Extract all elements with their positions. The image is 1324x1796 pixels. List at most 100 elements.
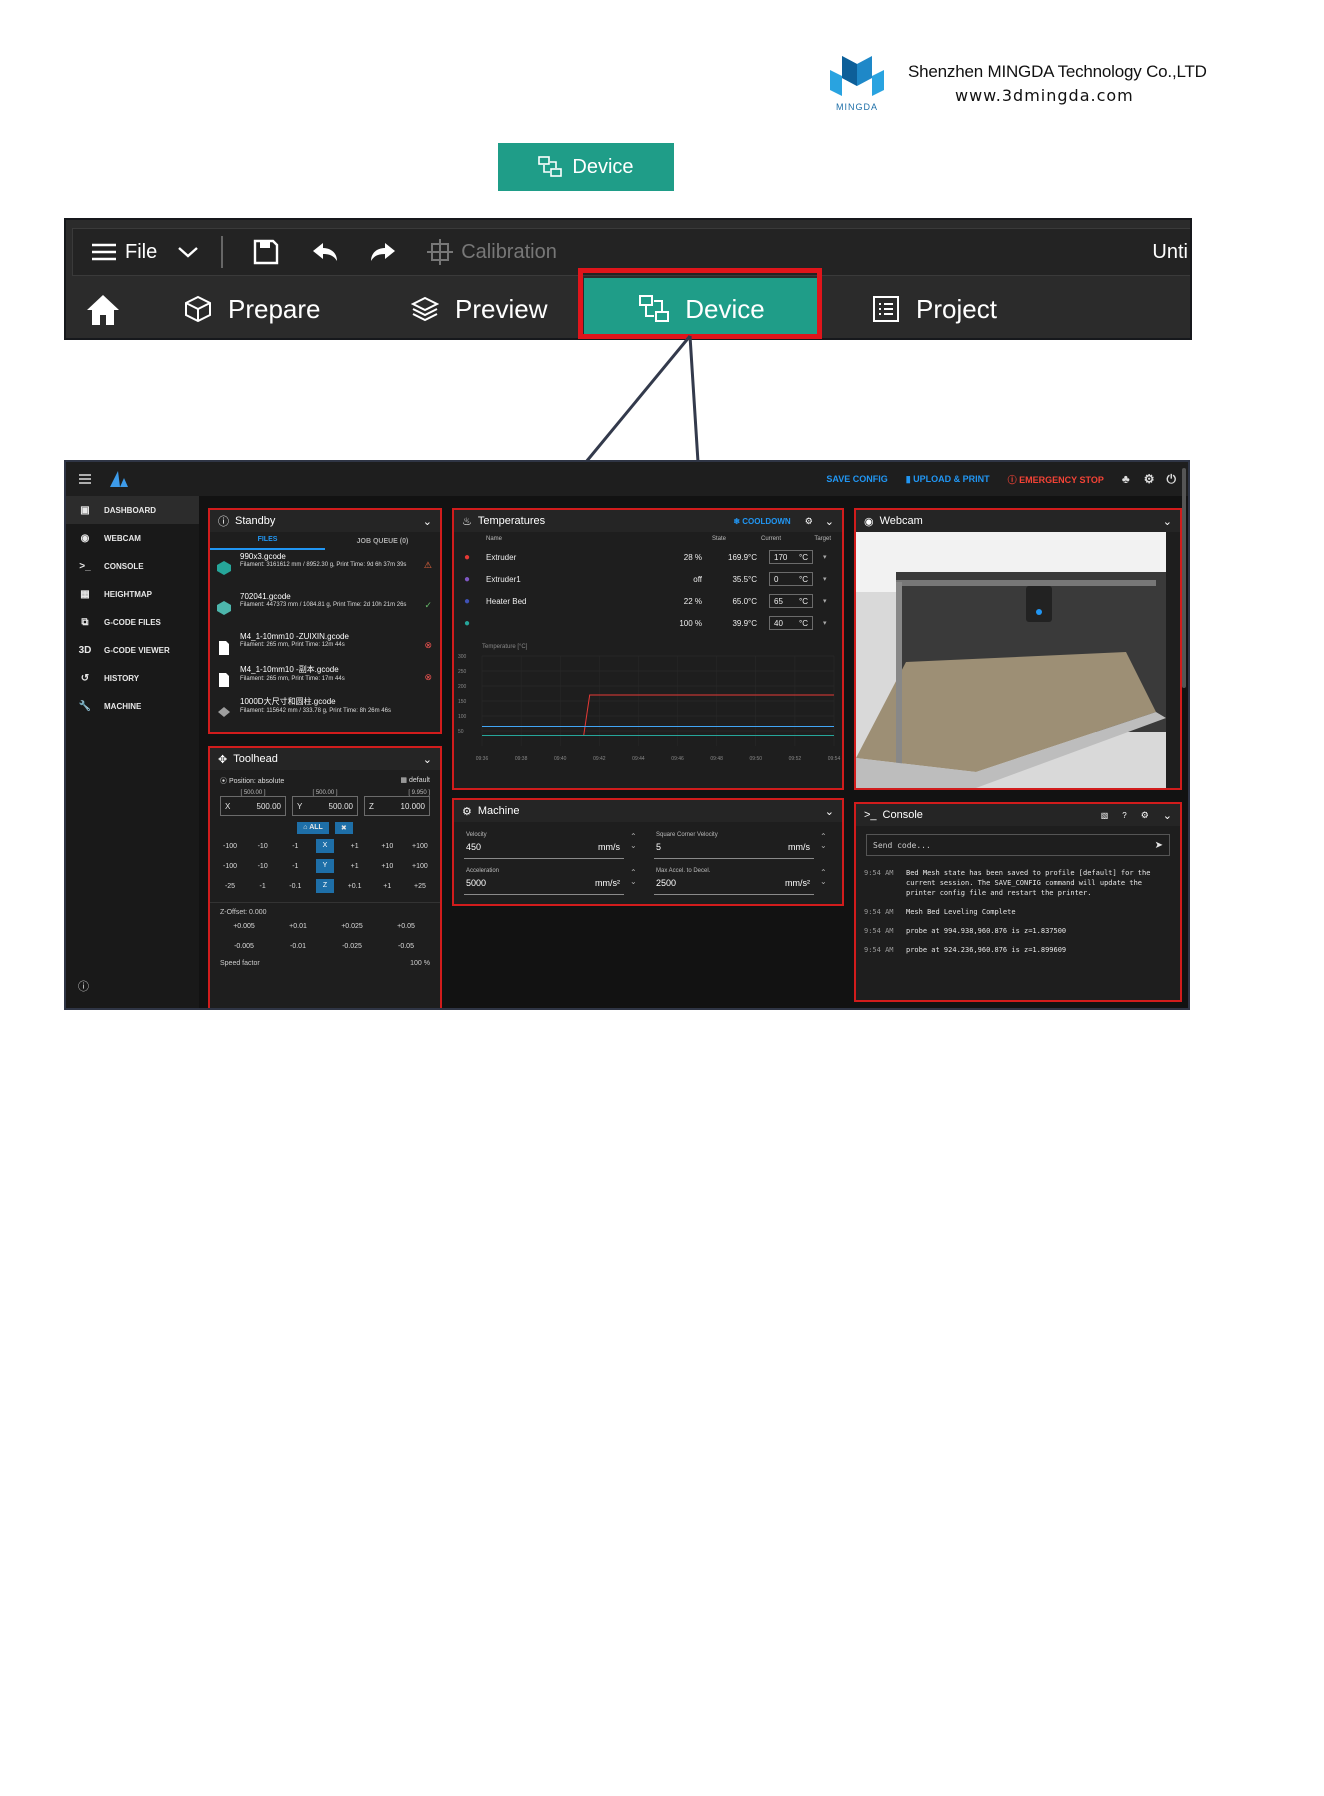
position-mode[interactable]: ⦿ Position: absolute [220, 776, 284, 786]
scrollbar[interactable] [1182, 468, 1186, 688]
jog-button[interactable]: -10 [251, 863, 275, 870]
save-config-button[interactable]: SAVE CONFIG [826, 474, 887, 484]
zoffset-button[interactable]: -0.01 [278, 943, 318, 950]
trash-icon[interactable]: ▧ [1101, 811, 1109, 820]
chevron-down-icon[interactable]: ⌄ [825, 515, 834, 528]
home-z-button[interactable]: Z [315, 879, 334, 893]
jog-button[interactable]: +1 [343, 863, 367, 870]
file-menu[interactable]: File [91, 241, 157, 264]
jog-button[interactable]: -1 [283, 863, 307, 870]
jog-button[interactable]: -1 [283, 843, 307, 850]
target-field[interactable]: 0 °C [769, 572, 821, 586]
preset-dropdown-icon[interactable]: ▾ [823, 553, 827, 561]
zoffset-button[interactable]: -0.005 [224, 943, 264, 950]
chevron-down-icon[interactable]: ⌄ [423, 753, 432, 766]
chevron-down-icon[interactable]: ⌄ [423, 515, 432, 528]
file-row[interactable]: 702041.gcode Filament: 447373 mm / 1084.8… [210, 590, 440, 630]
jog-button[interactable]: -1 [251, 883, 275, 890]
chevron-down-icon[interactable]: ⌄ [825, 805, 834, 818]
upload-print-button[interactable]: ▮ UPLOAD & PRINT [906, 474, 990, 485]
tab-prepare[interactable]: Prepare [184, 278, 321, 338]
stepper-arrows-icon[interactable]: ⌃ ⌄ [820, 868, 827, 886]
jog-button[interactable]: +25 [408, 883, 432, 890]
power-icon[interactable]: ⏻ [1167, 472, 1177, 487]
square-corner-velocity-field[interactable]: Square Corner Velocity 5 mm/s [654, 830, 814, 859]
max-accel-to-decel-field[interactable]: Max Accel. to Decel. 2500 mm/s² [654, 866, 814, 895]
zoffset-button[interactable]: +0.05 [386, 923, 426, 930]
target-field[interactable]: 40 °C [769, 616, 821, 630]
tab-preview[interactable]: Preview [411, 278, 547, 338]
zoffset-button[interactable]: +0.005 [224, 923, 264, 930]
file-row[interactable]: M4_1-10mm10 -ZUIXIN.gcode Filament: 265 m… [210, 630, 440, 662]
preset-dropdown-icon[interactable]: ▾ [823, 575, 827, 583]
sidebar-item-heightmap[interactable]: ▦ HEIGHTMAP [66, 580, 199, 608]
home-y-button[interactable]: Y [315, 859, 334, 873]
jog-button[interactable]: +1 [375, 883, 399, 890]
zoffset-button[interactable]: -0.025 [332, 943, 372, 950]
jog-button[interactable]: -100 [218, 843, 242, 850]
jog-button[interactable]: +1 [343, 843, 367, 850]
sidebar-item-gcode-viewer[interactable]: 3D G-CODE VIEWER [66, 636, 199, 664]
sidebar-item-dashboard[interactable]: ▣ DASHBOARD [66, 496, 199, 524]
jog-button[interactable]: -10 [251, 843, 275, 850]
sidebar-item-webcam[interactable]: ◉ WEBCAM [66, 524, 199, 552]
motors-off-icon[interactable]: ✖ [334, 822, 353, 834]
acceleration-field[interactable]: Acceleration 5000 mm/s² [464, 866, 624, 895]
sidebar-item-machine[interactable]: 🔧 MACHINE [66, 692, 199, 720]
target-field[interactable]: 170 °C [769, 550, 821, 564]
chevron-down-icon[interactable] [177, 245, 199, 259]
console-input[interactable]: Send code... ➤ [866, 834, 1170, 856]
x-position-field[interactable]: X 500.00 [220, 796, 286, 816]
preset-dropdown-icon[interactable]: ▾ [823, 597, 827, 605]
save-icon[interactable] [253, 239, 279, 265]
calibration-menu[interactable]: Calibration [427, 239, 557, 265]
jog-button[interactable]: +10 [375, 843, 399, 850]
zoffset-button[interactable]: +0.01 [278, 923, 318, 930]
preset-dropdown-icon[interactable]: ▾ [823, 619, 827, 627]
gear-icon[interactable]: ⚙ [1141, 810, 1149, 821]
tab-project[interactable]: Project [872, 278, 997, 338]
jog-button[interactable]: -25 [218, 883, 242, 890]
target-field[interactable]: 65 °C [769, 594, 821, 608]
sidebar-item-history[interactable]: ↺ HISTORY [66, 664, 199, 692]
jog-button[interactable]: +100 [408, 863, 432, 870]
tab-files[interactable]: FILES [210, 532, 325, 550]
undo-icon[interactable] [311, 241, 339, 263]
chevron-down-icon[interactable]: ⌄ [1163, 809, 1172, 822]
help-icon[interactable]: ? [1122, 811, 1126, 820]
help-icon[interactable]: ⓘ [78, 978, 89, 994]
home-x-button[interactable]: X [315, 839, 334, 853]
jog-button[interactable]: -0.1 [283, 883, 307, 890]
redo-icon[interactable] [369, 241, 397, 263]
home-all-button[interactable]: ⌂ ALL [297, 822, 329, 834]
emergency-stop-button[interactable]: ⓘ EMERGENCY STOP [1008, 473, 1104, 486]
file-row[interactable]: 1000D大尺寸和圆柱.gcode Filament: 115642 mm / 3… [210, 694, 440, 732]
velocity-field[interactable]: Velocity 450 mm/s [464, 830, 624, 859]
sidebar-item-gcode-files[interactable]: ⧉ G-CODE FILES [66, 608, 199, 636]
default-profile[interactable]: ▦ default [400, 776, 430, 786]
send-icon[interactable]: ➤ [1155, 840, 1163, 851]
settings-icon[interactable]: ⚙ [1144, 472, 1155, 486]
stepper-arrows-icon[interactable]: ⌃ ⌄ [630, 832, 637, 850]
stepper-arrows-icon[interactable]: ⌃ ⌄ [630, 868, 637, 886]
speed-factor-field[interactable]: 100 % [410, 960, 430, 967]
file-row[interactable]: M4_1-10mm10 -副本.gcode Filament: 265 mm, P… [210, 662, 440, 694]
file-row[interactable]: 990x3.gcode Filament: 3161612 mm / 8952.3… [210, 550, 440, 590]
jog-button[interactable]: +10 [375, 863, 399, 870]
zoffset-button[interactable]: +0.025 [332, 923, 372, 930]
jog-button[interactable]: +100 [408, 843, 432, 850]
sidebar-item-console[interactable]: >_ CONSOLE [66, 552, 199, 580]
jog-button[interactable]: -100 [218, 863, 242, 870]
home-icon[interactable] [86, 294, 120, 326]
jog-button[interactable]: +0.1 [343, 883, 367, 890]
tab-job-queue[interactable]: JOB QUEUE (0) [325, 538, 440, 545]
zoffset-button[interactable]: -0.05 [386, 943, 426, 950]
menu-icon[interactable] [78, 473, 92, 485]
chevron-down-icon[interactable]: ⌄ [1163, 515, 1172, 528]
y-position-field[interactable]: Y 500.00 [292, 796, 358, 816]
z-position-field[interactable]: Z 10.000 [364, 796, 430, 816]
stepper-arrows-icon[interactable]: ⌃ ⌄ [820, 832, 827, 850]
bell-icon[interactable]: ♣ [1122, 472, 1130, 486]
gear-icon[interactable]: ⚙ [805, 516, 813, 527]
cooldown-button[interactable]: ❄ COOLDOWN [733, 517, 790, 526]
